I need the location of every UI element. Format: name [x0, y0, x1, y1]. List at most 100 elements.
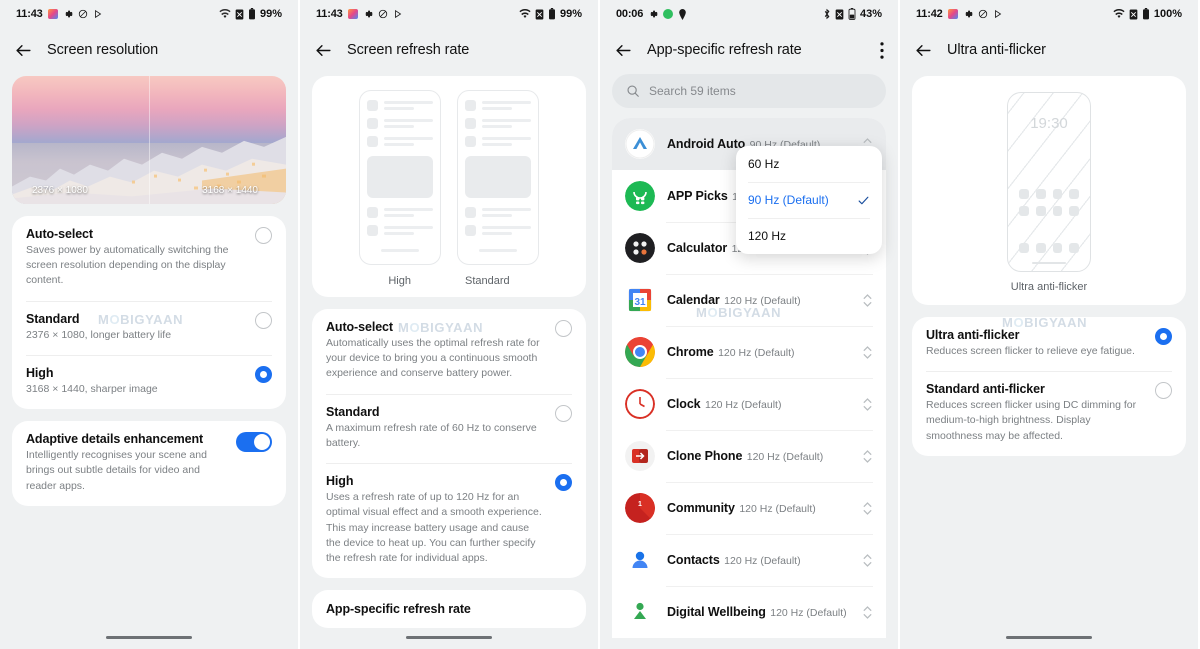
option-high[interactable]: High Uses a refresh rate of up to 120 Hz… — [312, 463, 586, 578]
check-icon — [857, 194, 870, 207]
radio-button[interactable] — [555, 320, 572, 337]
back-arrow-icon[interactable] — [614, 41, 633, 60]
wifi-icon — [219, 9, 231, 19]
refresh-rate-options-card: Auto-select Automatically uses the optim… — [312, 309, 586, 579]
dropdown-item-label: 120 Hz — [748, 229, 787, 243]
radio-button[interactable] — [255, 227, 272, 244]
calculator-icon — [625, 233, 655, 263]
app-refresh-rate: 120 Hz (Default) — [746, 451, 824, 463]
option-standard-anti-flicker[interactable]: Standard anti-flicker Reduces screen fli… — [912, 371, 1186, 456]
phone-mockup-captions: High Standard — [312, 275, 586, 287]
status-bar: 11:43 99% — [0, 0, 298, 28]
battery-icon — [848, 8, 856, 20]
status-bar-left: 11:42 — [916, 8, 1003, 20]
table-row[interactable]: Clock 120 Hz (Default) — [612, 378, 886, 430]
status-bar-right: 99% — [219, 8, 282, 20]
chevron-updown-icon[interactable] — [862, 345, 873, 360]
chevron-updown-icon[interactable] — [862, 449, 873, 464]
dropdown-item-label: 90 Hz (Default) — [748, 193, 829, 207]
app-bar: Ultra anti-flicker — [900, 28, 1198, 72]
mockup-dock-grid — [1019, 243, 1079, 253]
app-name: Community — [667, 501, 735, 515]
option-auto-select[interactable]: Auto-select Saves power by automatically… — [12, 216, 286, 301]
battery-percent: 99% — [559, 8, 582, 20]
option-title: Ultra anti-flicker — [926, 328, 1020, 342]
gesture-bar — [1006, 635, 1092, 639]
adaptive-details-row[interactable]: Adaptive details enhancement Intelligent… — [12, 421, 286, 506]
refresh-rate-dropdown-menu[interactable]: 60 Hz 90 Hz (Default) 120 Hz — [736, 146, 882, 254]
kebab-menu-icon[interactable] — [880, 41, 884, 59]
page-title: App-specific refresh rate — [647, 42, 802, 58]
chevron-updown-icon[interactable] — [862, 605, 873, 620]
adaptive-details-toggle[interactable] — [236, 432, 272, 453]
app-specific-refresh-rate-card[interactable]: App-specific refresh rate — [312, 590, 586, 629]
resolution-options-card: Auto-select Saves power by automatically… — [12, 216, 286, 410]
chevron-updown-icon[interactable] — [862, 553, 873, 568]
status-bar-left: 11:43 — [16, 8, 103, 20]
back-arrow-icon[interactable] — [14, 41, 33, 60]
back-arrow-icon[interactable] — [314, 41, 333, 60]
status-time: 11:43 — [316, 8, 343, 20]
screenshot-strip: 11:43 99% Screen resolution 2376 × 1080 … — [0, 0, 1200, 649]
status-bar-right: 100% — [1113, 8, 1182, 20]
dropdown-item-60hz[interactable]: 60 Hz — [736, 146, 882, 182]
chevron-updown-icon[interactable] — [862, 397, 873, 412]
search-icon — [626, 84, 640, 98]
back-arrow-icon[interactable] — [914, 41, 933, 60]
chevron-updown-icon[interactable] — [862, 501, 873, 516]
search-placeholder: Search 59 items — [649, 84, 736, 98]
table-row[interactable]: Contacts 120 Hz (Default) — [612, 534, 886, 586]
app-name: Digital Wellbeing — [667, 605, 766, 619]
radio-button-selected[interactable] — [255, 365, 272, 383]
svg-text:1: 1 — [638, 501, 642, 508]
app-picks-icon — [625, 181, 655, 211]
radio-button[interactable] — [255, 311, 272, 329]
app-bar: Screen resolution — [0, 28, 298, 72]
option-auto-select[interactable]: Auto-select Automatically uses the optim… — [312, 309, 586, 394]
photos-icon — [947, 9, 958, 19]
radio-button-selected[interactable] — [1155, 328, 1172, 345]
table-row[interactable]: Clone Phone 120 Hz (Default) — [612, 430, 886, 482]
option-standard[interactable]: Standard 2376 × 1080, longer battery lif… — [12, 300, 286, 355]
status-bar: 11:43 99% — [300, 0, 598, 28]
battery-icon — [548, 8, 556, 20]
table-row[interactable]: Chrome 120 Hz (Default) — [612, 326, 886, 378]
bluetooth-icon — [823, 8, 831, 20]
status-bar: 11:42 100% — [900, 0, 1198, 28]
table-row[interactable]: 31 Calendar 120 Hz (Default) — [612, 274, 886, 326]
resolution-preview-image: 2376 × 1080 3168 × 1440 — [12, 76, 286, 204]
app-name: Calculator — [667, 241, 728, 255]
app-name: Android Auto — [667, 137, 746, 151]
gear-icon — [63, 9, 73, 19]
search-input[interactable]: Search 59 items — [612, 74, 886, 108]
sim-off-icon — [1129, 9, 1138, 20]
table-row[interactable]: 1 Community 120 Hz (Default) — [612, 482, 886, 534]
panel-app-specific-refresh-rate: 00:06 43% App-specific refresh rate Sear… — [600, 0, 898, 649]
option-desc: Automatically uses the optimal refresh r… — [326, 337, 540, 380]
panel-ultra-anti-flicker: 11:42 100% Ultra anti-flicker 19:30 Ultr… — [900, 0, 1198, 649]
chevron-updown-icon[interactable] — [862, 293, 873, 308]
radio-button[interactable] — [555, 404, 572, 422]
option-ultra-anti-flicker[interactable]: Ultra anti-flicker Reduces screen flicke… — [912, 317, 1186, 371]
wifi-icon — [519, 9, 531, 19]
dnd-icon — [978, 9, 988, 19]
caption-standard: Standard — [464, 275, 510, 287]
gear-icon — [963, 9, 973, 19]
option-title: Standard — [326, 404, 380, 419]
option-high[interactable]: High 3168 × 1440, sharper image — [12, 354, 286, 409]
option-title: Adaptive details enhancement — [26, 432, 204, 447]
table-row[interactable]: Digital Wellbeing 120 Hz (Default) — [612, 586, 886, 638]
dropdown-item-120hz[interactable]: 120 Hz — [736, 218, 882, 254]
dnd-icon — [78, 9, 88, 19]
status-time: 11:43 — [16, 8, 43, 20]
radio-button-selected[interactable] — [555, 474, 572, 492]
radio-button[interactable] — [1155, 382, 1172, 400]
anti-flicker-options-card: Ultra anti-flicker Reduces screen flicke… — [912, 317, 1186, 456]
dropdown-item-90hz[interactable]: 90 Hz (Default) — [736, 182, 882, 218]
option-standard[interactable]: Standard A maximum refresh rate of 60 Hz… — [312, 393, 586, 463]
app-refresh-rate: 120 Hz (Default) — [770, 607, 847, 619]
option-title: Standard — [26, 311, 80, 326]
android-auto-icon — [625, 129, 655, 159]
photos-icon — [347, 9, 358, 19]
battery-percent: 100% — [1153, 8, 1182, 20]
